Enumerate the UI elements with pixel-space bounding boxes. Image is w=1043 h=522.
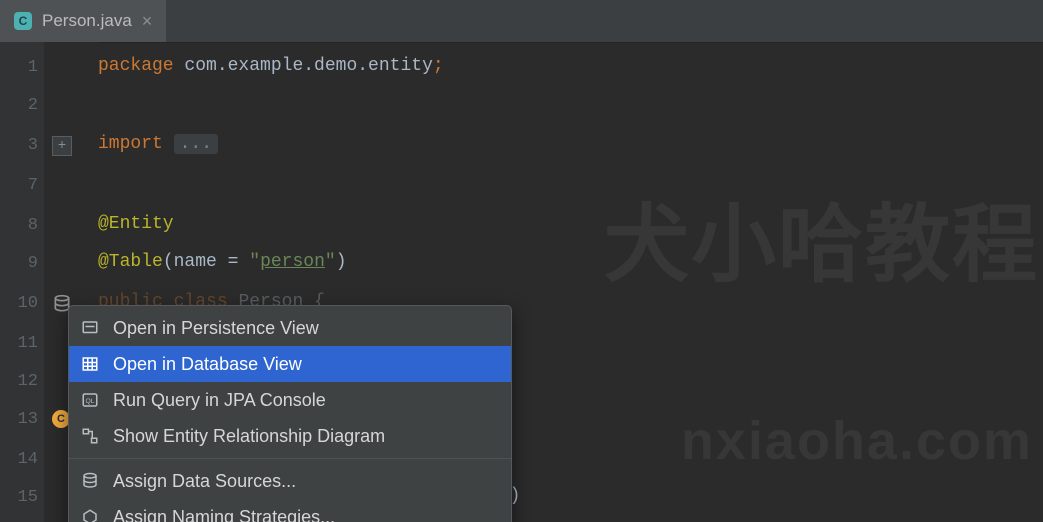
code-line: package com.example.demo.entity;: [98, 56, 1043, 76]
code-line: @Table(name = "person"): [98, 252, 1043, 272]
persistence-icon: [81, 319, 99, 337]
line-number: 14: [0, 450, 38, 469]
close-icon[interactable]: ×: [142, 12, 153, 30]
code-line: e"): [488, 486, 1043, 506]
code-line: import ...: [98, 134, 1043, 154]
line-number: 12: [0, 372, 38, 391]
menu-run-jpa-console[interactable]: QL Run Query in JPA Console: [69, 382, 511, 418]
line-number: 11: [0, 334, 38, 353]
table-grid-icon: [81, 355, 99, 373]
editor-tab-person[interactable]: C Person.java ×: [0, 0, 166, 42]
menu-separator: [69, 458, 511, 459]
line-number: 2: [0, 96, 38, 115]
menu-assign-data-sources[interactable]: Assign Data Sources...: [69, 463, 511, 499]
line-number: 3: [0, 136, 38, 155]
java-class-icon: C: [14, 12, 32, 30]
menu-item-label: Open in Persistence View: [113, 315, 319, 341]
code-line: @Entity: [98, 214, 1043, 234]
line-number: 9: [0, 254, 38, 273]
fold-ellipsis[interactable]: ...: [174, 134, 218, 154]
line-number: 10: [0, 294, 38, 313]
editor-root: C Person.java × 犬小哈教程 nxiaoha.com 1 2 3 …: [0, 0, 1043, 522]
line-number: 7: [0, 176, 38, 195]
diagram-icon: [81, 427, 99, 445]
fold-marker-import[interactable]: +: [52, 136, 92, 156]
menu-item-label: Assign Naming Strategies...: [113, 504, 335, 522]
line-number: 15: [0, 488, 38, 507]
tab-bar: C Person.java ×: [0, 0, 1043, 43]
query-console-icon: QL: [81, 391, 99, 409]
menu-open-database-view[interactable]: Open in Database View: [69, 346, 511, 382]
menu-entity-relationship-diagram[interactable]: Show Entity Relationship Diagram: [69, 418, 511, 454]
line-number: 1: [0, 58, 38, 77]
menu-item-label: Assign Data Sources...: [113, 468, 296, 494]
menu-open-persistence-view[interactable]: Open in Persistence View: [69, 310, 511, 346]
line-number: 8: [0, 216, 38, 235]
line-number-gutter: 1 2 3 7 8 9 10 11 12 13 14 15: [0, 42, 44, 522]
menu-assign-naming-strategies[interactable]: Assign Naming Strategies...: [69, 499, 511, 522]
menu-item-label: Open in Database View: [113, 351, 302, 377]
menu-item-label: Show Entity Relationship Diagram: [113, 423, 385, 449]
line-number: 13: [0, 410, 38, 429]
svg-text:QL: QL: [85, 398, 94, 405]
context-menu: Open in Persistence View Open in Databas…: [68, 305, 512, 522]
menu-item-label: Run Query in JPA Console: [113, 387, 326, 413]
hex-icon: [81, 508, 99, 522]
tab-label: Person.java: [42, 11, 132, 31]
datasource-icon: [81, 472, 99, 490]
